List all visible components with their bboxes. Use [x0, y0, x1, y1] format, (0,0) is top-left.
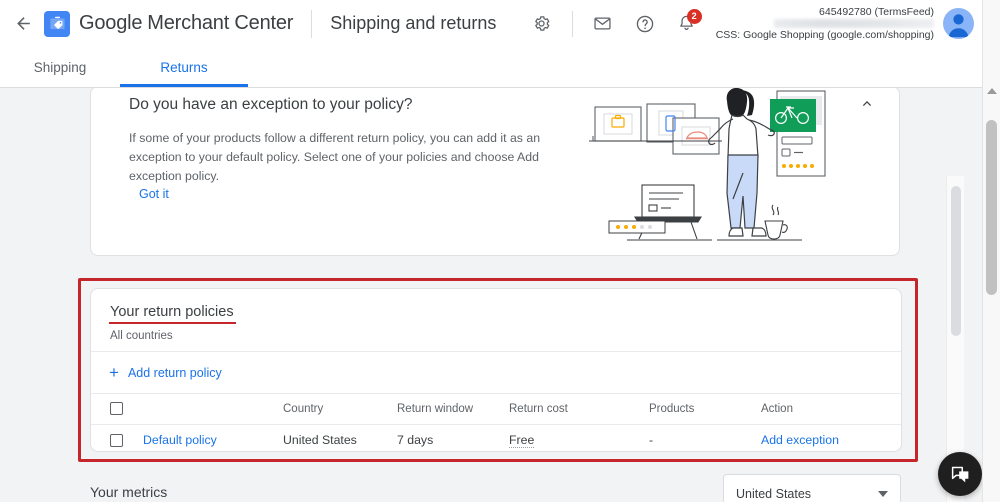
- help-icon: [636, 15, 653, 32]
- policies-subtitle: All countries: [110, 330, 173, 342]
- select-all-header: [91, 394, 143, 424]
- page-title: Shipping and returns: [330, 13, 496, 34]
- user-avatar-icon: [948, 14, 969, 38]
- select-all-checkbox[interactable]: [110, 402, 123, 416]
- chat-bubble-icon: [951, 466, 968, 482]
- table-row[interactable]: Default policy United States 7 days Free…: [91, 423, 901, 456]
- chat-support-button[interactable]: [938, 452, 982, 496]
- notifications-button[interactable]: 2: [671, 8, 703, 40]
- gear-icon: [535, 16, 550, 31]
- merchant-arranging-product-cards-illustration: [589, 88, 826, 241]
- chevron-down-icon: [878, 491, 888, 497]
- col-return-window: Return window: [397, 402, 474, 415]
- back-button[interactable]: [8, 9, 38, 39]
- add-exception-link[interactable]: Add exception: [761, 433, 839, 447]
- merchant-center-tag-icon: [49, 16, 65, 30]
- settings-button[interactable]: [526, 8, 558, 40]
- return-policies-card: Your return policies All countries + Add…: [90, 288, 902, 456]
- scrollbar-up-arrow[interactable]: [987, 88, 997, 94]
- browser-scrollbar[interactable]: [982, 0, 1000, 502]
- merchant-center-page: Google Merchant Center Shipping and retur…: [0, 0, 1000, 502]
- promo-illustration: [587, 88, 887, 255]
- page-title-text: Shipping and returns: [330, 13, 497, 33]
- notification-badge: 2: [686, 8, 702, 24]
- policies-title: Your return policies: [109, 304, 236, 324]
- col-policy-name: [143, 394, 283, 424]
- plus-icon: +: [109, 363, 119, 382]
- policy-action-cell: Add exception: [761, 423, 901, 456]
- arrow-left-icon: [16, 17, 30, 30]
- account-email-redacted: [774, 19, 934, 28]
- top-app-bar: Google Merchant Center Shipping and retur…: [0, 0, 982, 48]
- add-return-policy-label: Add return policy: [127, 365, 222, 380]
- row-checkbox-cell: [91, 423, 143, 456]
- return-policies-table: Country Return window Return cost Produc…: [91, 394, 901, 456]
- policy-cost-cell: Free: [509, 423, 649, 456]
- policy-name-cell: Default policy: [143, 423, 283, 456]
- tab-returns[interactable]: Returns: [120, 48, 248, 87]
- row-checkbox[interactable]: [110, 433, 123, 447]
- page-content: Do you have an exception to your policy?…: [0, 88, 982, 502]
- add-return-policy-button[interactable]: + Add return policy: [91, 352, 901, 393]
- table-header-row: Country Return window Return cost Produc…: [91, 394, 901, 424]
- policies-header: Your return policies All countries: [91, 289, 901, 351]
- help-button[interactable]: [629, 8, 661, 40]
- policy-country-cell: United States: [283, 423, 397, 456]
- col-action: Action: [761, 402, 793, 415]
- mail-icon: [594, 17, 611, 30]
- got-it-button[interactable]: Got it: [139, 187, 169, 201]
- table-body: Default policy United States 7 days Free…: [91, 423, 901, 456]
- messages-button[interactable]: [587, 8, 619, 40]
- exception-promo-card: Do you have an exception to your policy?…: [90, 88, 900, 256]
- return-cost-value: Free: [509, 433, 535, 449]
- col-return-cost: Return cost: [509, 402, 568, 415]
- avatar[interactable]: [943, 8, 974, 39]
- merchant-center-logo: [44, 10, 70, 37]
- country-select[interactable]: United States: [723, 474, 901, 502]
- default-policy-link[interactable]: Default policy: [143, 433, 217, 447]
- section-tabs: Shipping Returns: [0, 48, 982, 88]
- col-country: Country: [283, 402, 324, 415]
- css-program-label: CSS: Google Shopping (google.com/shoppin…: [715, 29, 934, 41]
- content-scrollbar-thumb[interactable]: [951, 186, 961, 336]
- country-select-value: United States: [736, 487, 812, 501]
- promo-heading: Do you have an exception to your policy?: [129, 96, 413, 113]
- header-divider: [311, 9, 313, 38]
- promo-body: If some of your products follow a differ…: [129, 131, 541, 183]
- policy-products-cell: -: [649, 423, 761, 456]
- account-info: 645492780 (TermsFeed) CSS: Google Shoppi…: [716, 6, 934, 41]
- metrics-title: Your metrics: [90, 484, 168, 500]
- brand-google: Google: [79, 12, 143, 34]
- brand-merchant-center: Merchant Center: [147, 12, 294, 34]
- table-header: Country Return window Return cost Produc…: [91, 394, 901, 424]
- actions-divider: [571, 10, 573, 37]
- account-id: 645492780 (TermsFeed): [819, 6, 934, 18]
- promo-text-block: Do you have an exception to your policy?…: [129, 96, 599, 186]
- tab-shipping[interactable]: Shipping: [0, 48, 120, 87]
- browser-scrollbar-thumb[interactable]: [986, 120, 997, 295]
- brand-name: Google Merchant Center: [79, 12, 293, 35]
- top-bar-actions: 2 645492780 (TermsFeed) CSS: Google Shop…: [521, 0, 982, 48]
- policy-window-cell: 7 days: [397, 423, 509, 456]
- col-products: Products: [649, 402, 695, 415]
